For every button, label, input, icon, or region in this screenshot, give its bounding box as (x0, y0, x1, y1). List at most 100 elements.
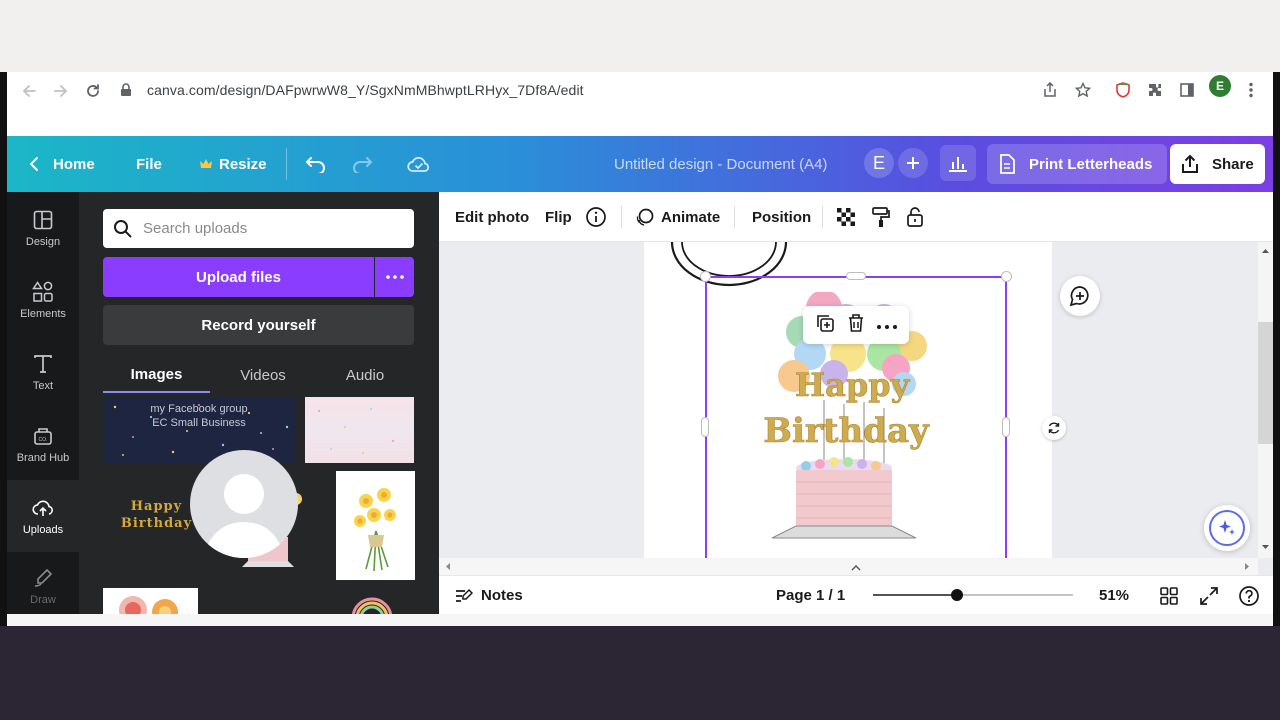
lollipop-image (119, 596, 178, 614)
resize-handle-right[interactable] (1002, 417, 1010, 437)
record-yourself-button[interactable]: Record yourself (103, 305, 414, 345)
position-button[interactable]: Position (752, 192, 811, 242)
duplicate-button[interactable] (815, 313, 835, 338)
upload-thumb-pink-confetti[interactable] (305, 397, 414, 463)
bar-chart-icon (949, 157, 967, 172)
rail-item-uploads[interactable]: Uploads (7, 480, 79, 552)
unlock-icon (907, 207, 923, 227)
upload-thumb-facebook-group[interactable]: my Facebook group EC Small Business (103, 397, 295, 463)
puzzle-extensions-icon[interactable] (1143, 77, 1167, 103)
side-panel-icon[interactable] (1175, 77, 1199, 103)
canvas-area[interactable]: Happy Birthday (439, 242, 1273, 575)
print-letterheads-button[interactable]: Print Letterheads (987, 144, 1167, 184)
delete-button[interactable] (847, 313, 865, 338)
upload-options-button[interactable] (375, 257, 414, 297)
address-bar[interactable]: canva.com/design/DAFpwrwW8_Y/SgxNmMBhwpt… (117, 75, 1137, 105)
forward-arrow-icon[interactable] (48, 78, 74, 104)
thumb-facebook-line2: EC Small Business (152, 417, 246, 429)
undo-button[interactable] (305, 136, 327, 192)
notes-button[interactable]: Notes (455, 576, 523, 615)
rail-item-text[interactable]: Text (7, 336, 79, 408)
zoom-slider-knob[interactable] (951, 589, 963, 601)
add-collaborator-button[interactable] (898, 148, 928, 178)
rotate-icon (1048, 422, 1060, 434)
bookmark-star-icon[interactable] (1071, 77, 1095, 103)
paint-roller-icon (872, 207, 890, 227)
upload-files-button[interactable]: Upload files (103, 257, 374, 297)
share-button[interactable]: Share (1170, 144, 1265, 184)
browser-toolbar: canva.com/design/DAFpwrwW8_Y/SgxNmMBhwpt… (7, 72, 1273, 136)
zoom-slider[interactable] (873, 589, 1073, 601)
info-button[interactable] (585, 192, 607, 242)
upload-thumb-lollipops[interactable] (103, 588, 198, 614)
pink-confetti-pattern (317, 407, 395, 454)
resize-handle-top-left[interactable] (700, 271, 711, 282)
magic-assistant-button[interactable] (1204, 505, 1250, 551)
page-indicator[interactable]: Page 1 / 1 (776, 576, 845, 615)
home-label: Home (53, 155, 95, 173)
team-avatar[interactable]: E (864, 148, 894, 178)
fullscreen-button[interactable] (1199, 576, 1219, 615)
document-title[interactable]: Untitled design - Document (A4) (614, 136, 827, 192)
reload-icon[interactable] (80, 78, 106, 104)
resize-handle-left[interactable] (701, 417, 709, 437)
copy-style-button[interactable] (871, 192, 891, 242)
edit-photo-button[interactable]: Edit photo (455, 192, 529, 242)
transparency-button[interactable] (836, 192, 856, 242)
add-comment-button[interactable] (1060, 276, 1100, 316)
tab-images[interactable]: Images (103, 357, 210, 393)
notes-icon (456, 588, 473, 602)
more-horizontal-icon (877, 325, 897, 329)
toolbar-separator (734, 206, 735, 228)
rail-label-text: Text (32, 380, 54, 392)
upload-thumb-rainbow[interactable] (347, 592, 397, 614)
browser-profile-avatar[interactable]: E (1209, 75, 1231, 97)
redo-button[interactable] (351, 136, 373, 192)
tab-videos[interactable]: Videos (210, 357, 316, 393)
scroll-left-icon (446, 563, 450, 570)
rotate-handle[interactable] (1042, 416, 1066, 440)
show-pages-button[interactable] (844, 562, 868, 574)
browser-menu-icon[interactable] (1239, 77, 1263, 103)
rail-item-draw[interactable]: Draw (7, 552, 79, 612)
rail-item-design[interactable]: Design (7, 192, 79, 264)
flip-button[interactable]: Flip (545, 192, 572, 242)
more-options-button[interactable] (877, 316, 897, 334)
animate-label: Animate (661, 208, 721, 226)
chevron-up-icon (851, 565, 861, 571)
toolbar-separator (822, 206, 823, 228)
resize-handle-top-right[interactable] (1001, 271, 1012, 282)
crown-icon (200, 159, 212, 168)
uploads-panel: Upload files Record yourself Images Vide… (79, 192, 439, 614)
help-button[interactable] (1238, 576, 1260, 615)
extension-shield-icon[interactable] (1111, 77, 1135, 103)
grid-view-button[interactable] (1159, 576, 1179, 615)
resize-button[interactable]: Resize (200, 136, 267, 192)
insights-button[interactable] (940, 145, 976, 181)
resize-handle-top[interactable] (846, 272, 866, 280)
back-arrow-icon[interactable] (16, 78, 42, 104)
search-uploads-input[interactable] (143, 220, 403, 237)
file-menu-button[interactable]: File (136, 136, 162, 192)
lock-icon (117, 81, 135, 99)
lock-button[interactable] (906, 192, 924, 242)
zoom-percentage[interactable]: 51% (1099, 576, 1129, 615)
upload-thumb-daffodils[interactable] (336, 471, 415, 580)
animate-button[interactable]: Animate (635, 192, 720, 242)
scroll-up-icon (1262, 249, 1269, 253)
share-page-icon[interactable] (1038, 77, 1062, 103)
rail-label-draw: Draw (30, 594, 56, 606)
home-button[interactable]: Home (29, 136, 95, 192)
side-rail: Design Elements Text CO. Brand Hub Uploa… (7, 192, 79, 614)
header-divider (286, 148, 287, 180)
rail-item-brand-hub[interactable]: CO. Brand Hub (7, 408, 79, 480)
help-icon (1239, 585, 1259, 606)
vertical-scrollbar-thumb[interactable] (1258, 322, 1273, 444)
rail-item-elements[interactable]: Elements (7, 264, 79, 336)
assistant-ring (1209, 510, 1245, 546)
document-icon (1000, 154, 1015, 174)
cloud-save-button[interactable] (407, 136, 431, 192)
search-uploads-box[interactable] (103, 209, 414, 248)
tab-audio[interactable]: Audio (316, 357, 414, 393)
shapes-icon (31, 280, 55, 304)
